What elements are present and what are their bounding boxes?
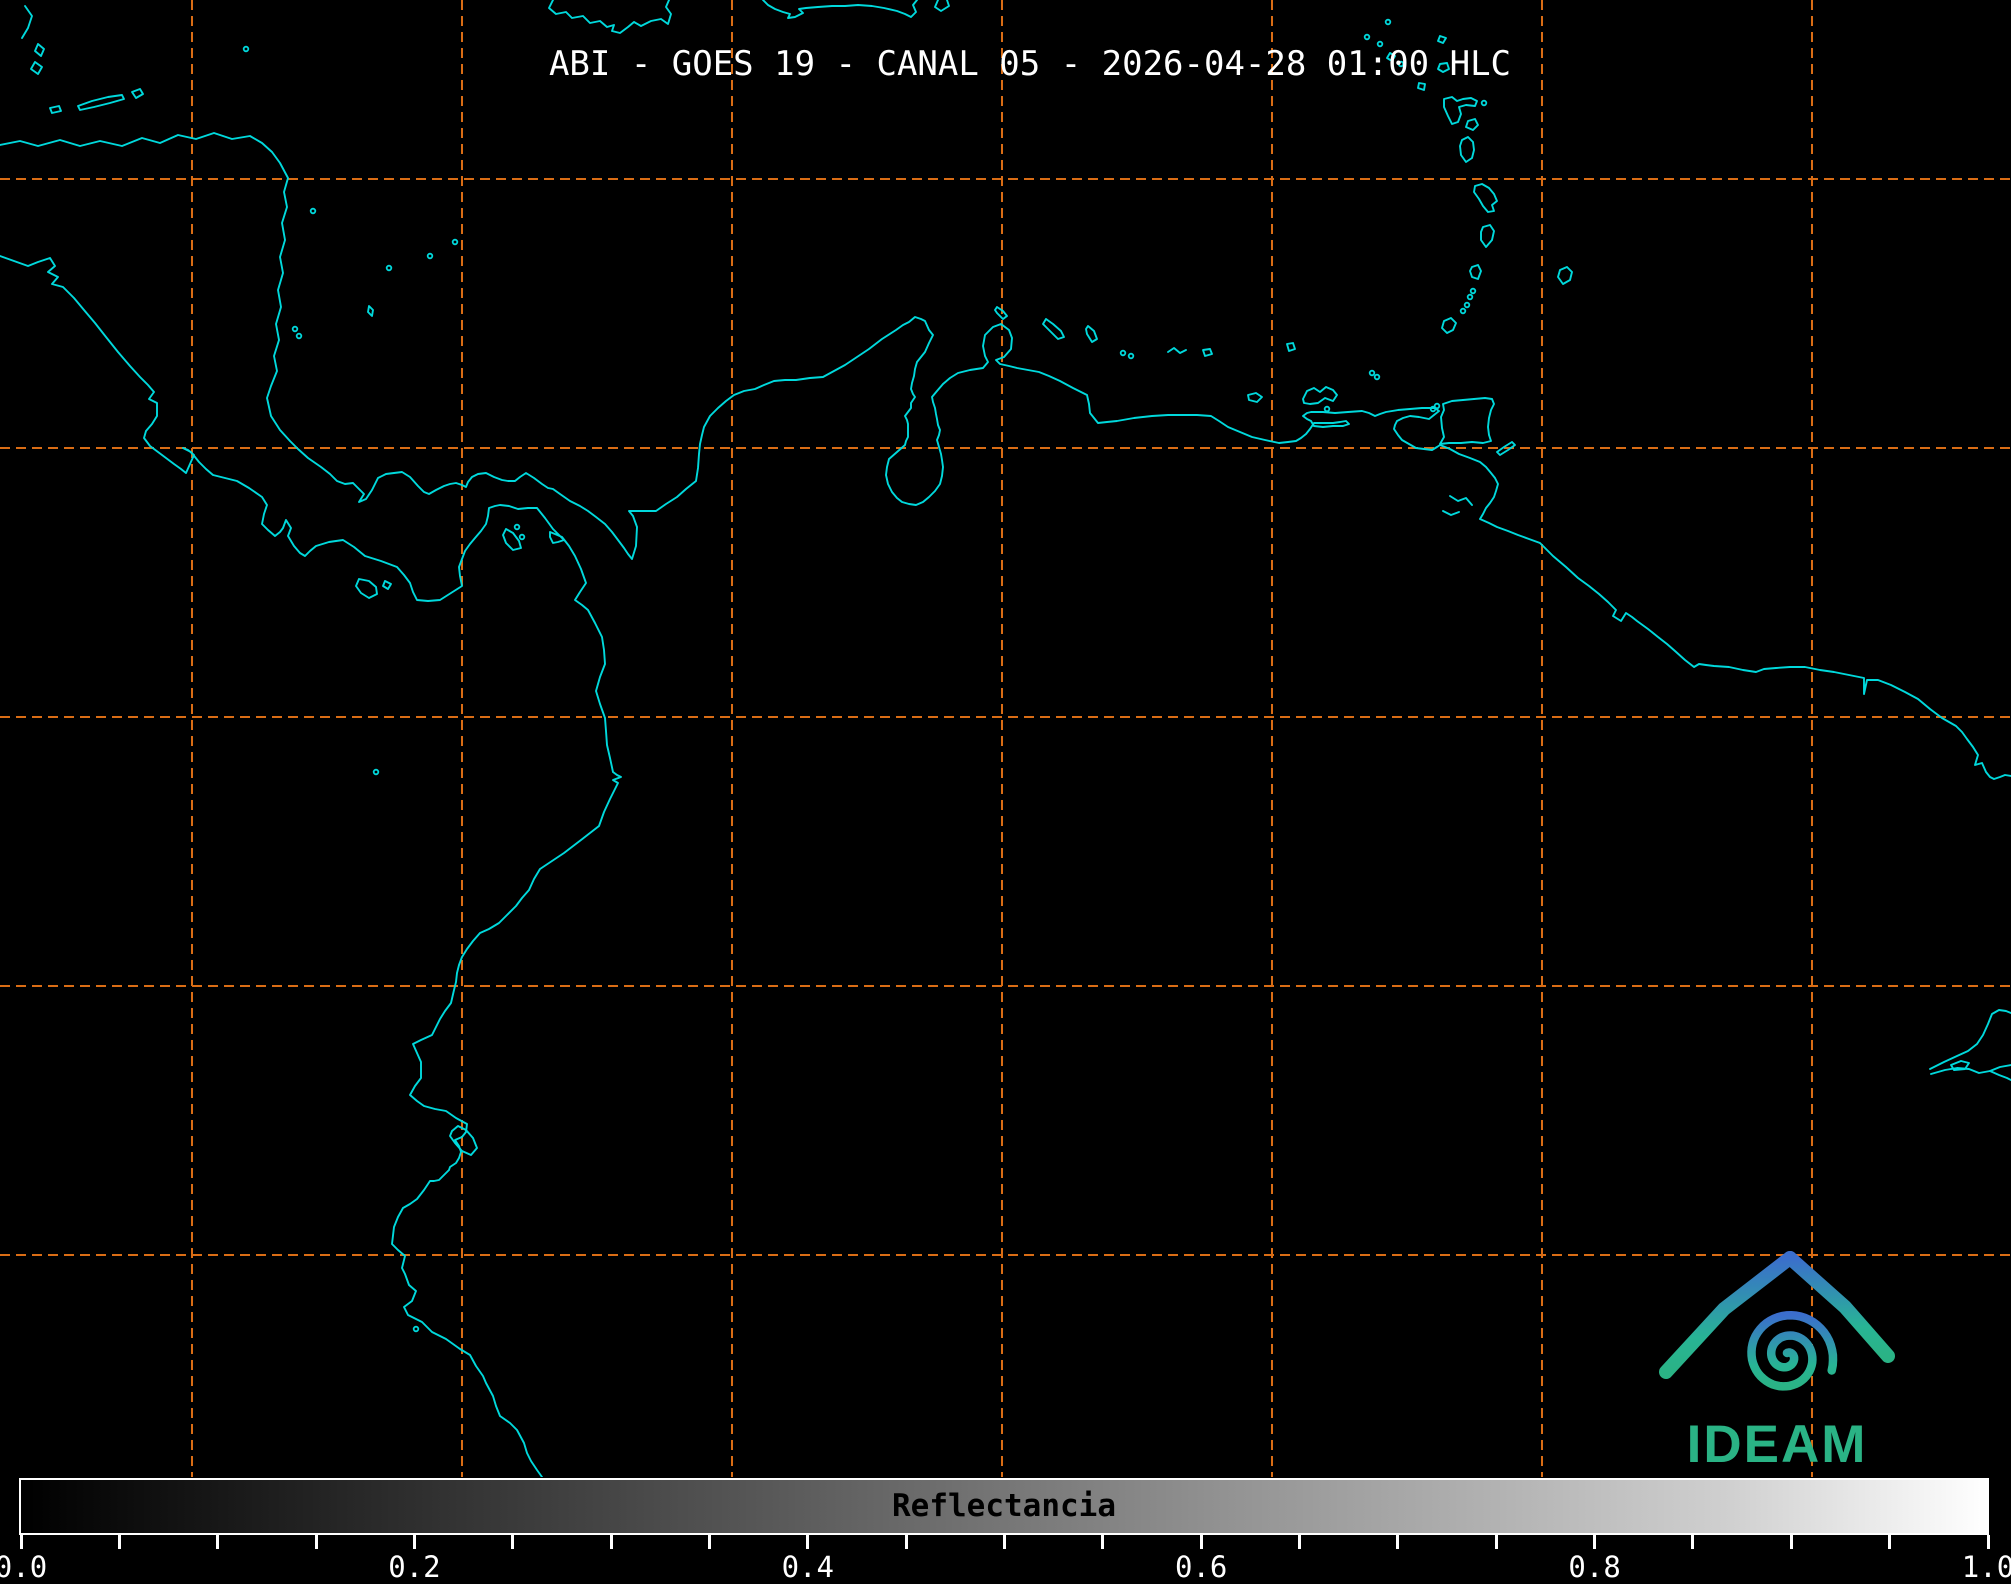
islet-dot xyxy=(1368,369,1376,377)
los-roques-cays-coastline xyxy=(1167,347,1187,354)
islet-dot xyxy=(1480,99,1488,107)
reflectance-colorbar: Reflectancia xyxy=(19,1478,1989,1535)
pearl-islands-coastline xyxy=(502,528,522,551)
colorbar-tick xyxy=(1986,1535,1990,1549)
satellite-image-page: { "title": "ABI - GOES 19 - CANAL 05 - 2… xyxy=(0,0,2011,1584)
ideam-logo: IDEAM xyxy=(1659,1251,1895,1474)
islet-dot xyxy=(1323,405,1331,413)
hispaniola-south-coast-coastline xyxy=(762,0,918,19)
pacific-mainland-coast-coastline xyxy=(0,255,622,1477)
dominica-island-coastline xyxy=(1459,136,1475,163)
colorbar-tick xyxy=(1789,1535,1793,1549)
colorbar-tick xyxy=(117,1535,121,1549)
colorbar-tick xyxy=(216,1535,220,1549)
colorbar-tick-label: 0.0 xyxy=(0,1550,48,1584)
colorbar-tick xyxy=(806,1535,810,1549)
guanaja-island-coastline xyxy=(131,88,144,99)
amazon-river-island-coastline xyxy=(1950,1060,1970,1071)
barahona-bay-fragment-coastline xyxy=(934,0,950,12)
trinidad-island-coastline xyxy=(1439,397,1495,445)
martinique-island-coastline xyxy=(1473,183,1498,213)
logo-hurricane-swirl-icon xyxy=(1747,1311,1838,1391)
islet-dot xyxy=(518,533,526,541)
st-vincent-island-coastline xyxy=(1469,264,1482,280)
islet-dot xyxy=(1469,287,1477,295)
colorbar-tick-label: 0.4 xyxy=(781,1550,834,1584)
marie-galante-island-coastline xyxy=(1465,118,1479,131)
logo-wordmark: IDEAM xyxy=(1687,1415,1868,1474)
la-tortuga-island-coastline xyxy=(1247,392,1263,403)
islet-dot xyxy=(372,768,380,776)
islet-dot xyxy=(513,523,521,531)
barbuda-island-coastline xyxy=(1437,35,1447,44)
colorbar-tick xyxy=(412,1535,416,1549)
colorbar-tick xyxy=(511,1535,515,1549)
colorbar-tick xyxy=(1199,1535,1203,1549)
amazon-river-north-bank-coastline xyxy=(1929,1009,2011,1070)
montserrat-island-coastline xyxy=(1417,82,1426,91)
satellite-map: IDEAM xyxy=(0,0,2011,1477)
islet-dot xyxy=(385,264,393,272)
islet-dot xyxy=(426,252,434,260)
image-title: ABI - GOES 19 - CANAL 05 - 2026-04-28 01… xyxy=(548,44,1512,84)
colorbar-tick xyxy=(19,1535,23,1549)
colorbar-tick-label: 0.8 xyxy=(1568,1550,1621,1584)
la-blanquilla-island-coastline xyxy=(1286,342,1296,352)
amazon-river-branch-coastline xyxy=(1989,1070,2011,1081)
orinoco-delta-channel-2-coastline xyxy=(1442,510,1460,516)
colorbar-tick xyxy=(1888,1535,1892,1549)
islet-dot xyxy=(1373,373,1381,381)
la-orchila-island-coastline xyxy=(1202,348,1213,357)
curacao-island-coastline xyxy=(1042,318,1065,340)
colorbar-tick xyxy=(314,1535,318,1549)
colorbar-tick xyxy=(1298,1535,1302,1549)
bonaire-island-coastline xyxy=(1085,325,1098,343)
colorbar-tick xyxy=(1003,1535,1006,1549)
roatan-island-coastline xyxy=(77,94,125,111)
coiba-island-coastline xyxy=(355,578,378,599)
islet-dot xyxy=(1363,33,1371,41)
cebaco-island-coastline xyxy=(382,580,392,590)
islet-dot xyxy=(291,325,299,333)
puna-island-coastline xyxy=(449,1125,478,1156)
orinoco-delta-channel-1-coastline xyxy=(1449,495,1473,506)
colorbar-tick-label: 0.6 xyxy=(1174,1550,1228,1584)
islet-dot xyxy=(1466,293,1474,301)
colorbar-tick xyxy=(1101,1535,1105,1549)
islet-dot xyxy=(451,238,459,246)
islet-dot xyxy=(1459,307,1467,315)
colorbar-tick xyxy=(1396,1535,1400,1549)
islet-dot xyxy=(1463,301,1471,309)
barbados-island-coastline xyxy=(1557,266,1573,285)
islet-dot xyxy=(1429,405,1437,413)
jamaica-south-coast-coastline xyxy=(548,0,672,34)
margarita-island-coastline xyxy=(1302,386,1338,405)
islet-dot xyxy=(412,1325,420,1333)
colorbar-tick xyxy=(707,1535,711,1549)
islet-dot xyxy=(1119,349,1127,357)
grenada-island-coastline xyxy=(1441,317,1457,334)
colorbar-tick xyxy=(1691,1535,1695,1549)
caribbean-mainland-coast-coastline xyxy=(0,132,2011,780)
islet-dot xyxy=(1384,18,1392,26)
islet-dot xyxy=(1127,352,1135,360)
colorbar-tick-label: 1.0 xyxy=(1961,1550,2011,1584)
colorbar-tick xyxy=(1593,1535,1597,1549)
st-lucia-island-coastline xyxy=(1480,224,1495,248)
colorbar-tick xyxy=(904,1535,908,1549)
islet-dot xyxy=(309,207,317,215)
colorbar-tick xyxy=(609,1535,613,1549)
colorbar-tick-label: 0.2 xyxy=(388,1550,441,1584)
amazon-river-south-bank-coastline xyxy=(1930,1064,2011,1075)
belize-cays-coastline xyxy=(21,5,33,39)
islet-dot xyxy=(295,332,303,340)
san-andres-island-coastline xyxy=(367,305,374,317)
colorbar-label: Reflectancia xyxy=(892,1488,1116,1524)
colorbar-tick xyxy=(1494,1535,1498,1549)
utila-island-coastline xyxy=(49,105,62,114)
